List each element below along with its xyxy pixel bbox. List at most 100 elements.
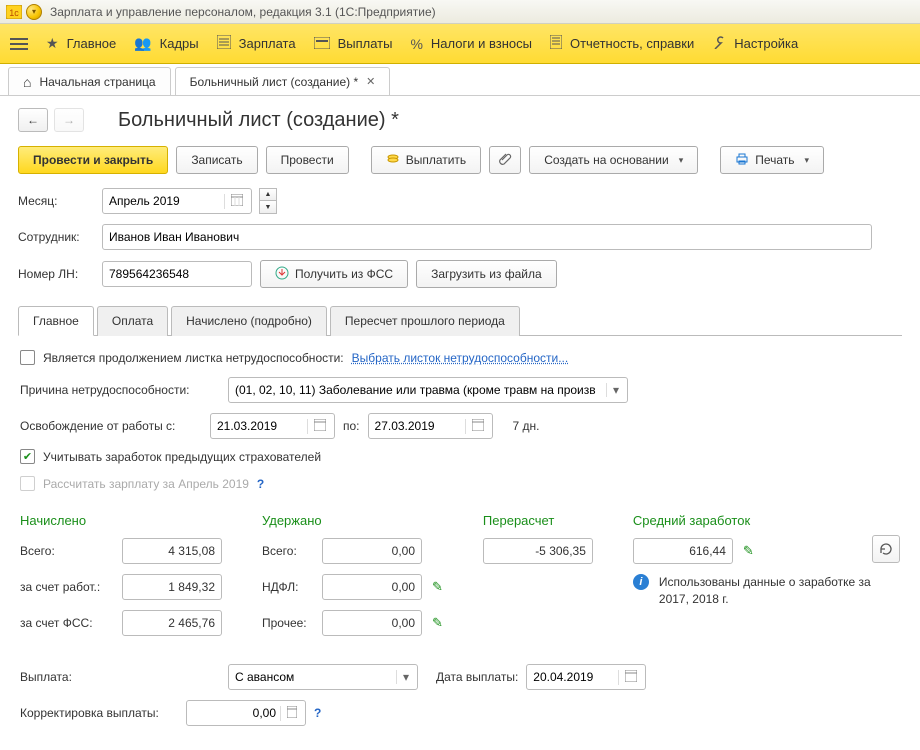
date-from-input[interactable] [210, 413, 335, 439]
nav-forward-button[interactable]: → [54, 108, 84, 132]
tab-home[interactable]: ⌂ Начальная страница [8, 67, 171, 95]
menu-settings[interactable]: Настройка [712, 35, 798, 52]
menu-salary-label: Зарплата [239, 36, 296, 51]
reason-row: Причина нетрудоспособности: ▾ [20, 377, 900, 403]
pay-button[interactable]: Выплатить [371, 146, 482, 174]
nav-back-button[interactable]: ← [18, 108, 48, 132]
page-title: Больничный лист (создание) * [118, 109, 399, 132]
help-icon[interactable]: ? [257, 477, 264, 491]
date-from-field[interactable] [217, 414, 303, 438]
month-step-down[interactable]: ▼ [259, 201, 277, 214]
tab-glavnoe[interactable]: Главное [18, 306, 94, 336]
wallet-icon [314, 36, 330, 52]
save-button[interactable]: Записать [176, 146, 257, 174]
document-toolbar: Провести и закрыть Записать Провести Вып… [18, 146, 902, 174]
dropdown-circle-icon[interactable]: ▾ [26, 4, 42, 20]
reason-field[interactable] [235, 378, 602, 402]
accrued-total-value: 4 315,08 [122, 538, 222, 564]
menu-taxes-label: Налоги и взносы [431, 36, 532, 51]
employee-row: Сотрудник: [18, 224, 902, 250]
ln-field[interactable] [109, 262, 245, 286]
correction-input[interactable] [186, 700, 306, 726]
attachments-button[interactable] [489, 146, 521, 174]
chevron-down-icon[interactable]: ▾ [606, 383, 621, 397]
load-from-file-button[interactable]: Загрузить из файла [416, 260, 557, 288]
ndfl-value: 0,00 [322, 574, 422, 600]
menu-taxes[interactable]: % Налоги и взносы [410, 36, 532, 52]
menu-salary[interactable]: Зарплата [217, 35, 296, 52]
consider-prev-checkbox[interactable]: ✔ [20, 449, 35, 464]
po-label: по: [343, 419, 360, 433]
edit-pencil-icon[interactable]: ✎ [743, 543, 754, 559]
refresh-button[interactable] [872, 535, 900, 563]
continuation-checkbox[interactable] [20, 350, 35, 365]
get-from-fss-button[interactable]: Получить из ФСС [260, 260, 408, 288]
correction-field[interactable] [193, 701, 276, 725]
reason-select[interactable]: ▾ [228, 377, 628, 403]
calendar-icon[interactable] [465, 419, 486, 434]
menu-main[interactable]: ★ Главное [46, 35, 116, 52]
date-to-field[interactable] [375, 414, 461, 438]
payout-mode-field[interactable] [235, 665, 392, 689]
date-to-input[interactable] [368, 413, 493, 439]
correction-row: Корректировка выплаты: ? [20, 700, 900, 726]
recalc-column: Перерасчет -5 306,35 [483, 513, 593, 646]
calculator-icon[interactable] [280, 706, 299, 721]
info-text: Использованы данные о заработке за 2017,… [659, 574, 900, 608]
menu-main-label: Главное [67, 36, 117, 51]
month-step-up[interactable]: ▲ [259, 188, 277, 201]
calendar-icon[interactable] [224, 194, 245, 209]
app-logo-icon: 1c [6, 4, 22, 20]
post-button[interactable]: Провести [266, 146, 349, 174]
employee-input[interactable] [102, 224, 872, 250]
edit-pencil-icon[interactable]: ✎ [432, 615, 443, 631]
inner-tabs: Главное Оплата Начислено (подробно) Пере… [18, 306, 902, 336]
page-body: ← → Больничный лист (создание) * Провест… [0, 96, 920, 750]
payout-row: Выплата: ▾ Дата выплаты: [20, 664, 900, 690]
post-and-close-button[interactable]: Провести и закрыть [18, 146, 168, 174]
ln-input[interactable] [102, 261, 252, 287]
recalc-header: Перерасчет [483, 513, 593, 528]
payout-date-input[interactable] [526, 664, 646, 690]
chevron-down-icon[interactable]: ▾ [396, 670, 411, 684]
menu-reports[interactable]: Отчетность, справки [550, 35, 694, 52]
main-menu-hamburger[interactable] [10, 35, 28, 53]
document-icon [550, 35, 562, 52]
month-input[interactable] [102, 188, 252, 214]
avg-earnings-column: Средний заработок 616,44 ✎ i Использован… [633, 513, 900, 646]
consider-prev-label: Учитывать заработок предыдущих страховат… [43, 450, 321, 464]
withheld-column: Удержано Всего: 0,00 НДФЛ: 0,00 ✎ Прочее… [262, 513, 443, 646]
calendar-icon[interactable] [618, 670, 639, 685]
close-icon[interactable]: ✕ [366, 75, 375, 88]
calendar-icon[interactable] [307, 419, 328, 434]
menu-reports-label: Отчетность, справки [570, 36, 694, 51]
menu-settings-label: Настройка [734, 36, 798, 51]
edit-pencil-icon[interactable]: ✎ [432, 579, 443, 595]
payout-date-field[interactable] [533, 665, 614, 689]
recalc-salary-label: Рассчитать зарплату за Апрель 2019 [43, 477, 249, 491]
print-button[interactable]: Печать [720, 146, 824, 174]
select-sheet-link[interactable]: Выбрать листок нетрудоспособности... [352, 351, 569, 365]
people-icon: 👥 [134, 35, 151, 52]
tab-accrued-detail[interactable]: Начислено (подробно) [171, 306, 327, 336]
refresh-icon [879, 542, 893, 556]
recalc-value: -5 306,35 [483, 538, 593, 564]
help-icon[interactable]: ? [314, 706, 321, 720]
paperclip-icon [498, 152, 512, 169]
payout-mode-select[interactable]: ▾ [228, 664, 418, 690]
menu-hr[interactable]: 👥 Кадры [134, 35, 198, 52]
hamburger-icon [10, 35, 28, 53]
menu-payouts[interactable]: Выплаты [314, 36, 393, 52]
month-field[interactable] [109, 189, 220, 213]
tab-recalc-prev[interactable]: Пересчет прошлого периода [330, 306, 520, 336]
accrued-fss-label: за счет ФСС: [20, 616, 112, 630]
tab-oplata[interactable]: Оплата [97, 306, 168, 336]
month-label: Месяц: [18, 194, 94, 208]
create-from-button[interactable]: Создать на основании [529, 146, 698, 174]
avg-value: 616,44 [633, 538, 733, 564]
info-icon: i [633, 574, 649, 590]
tab-sick-leave[interactable]: Больничный лист (создание) * ✕ [175, 67, 391, 95]
days-text: 7 дн. [513, 419, 540, 433]
employee-field[interactable] [109, 225, 865, 249]
tab-home-label: Начальная страница [39, 75, 155, 89]
